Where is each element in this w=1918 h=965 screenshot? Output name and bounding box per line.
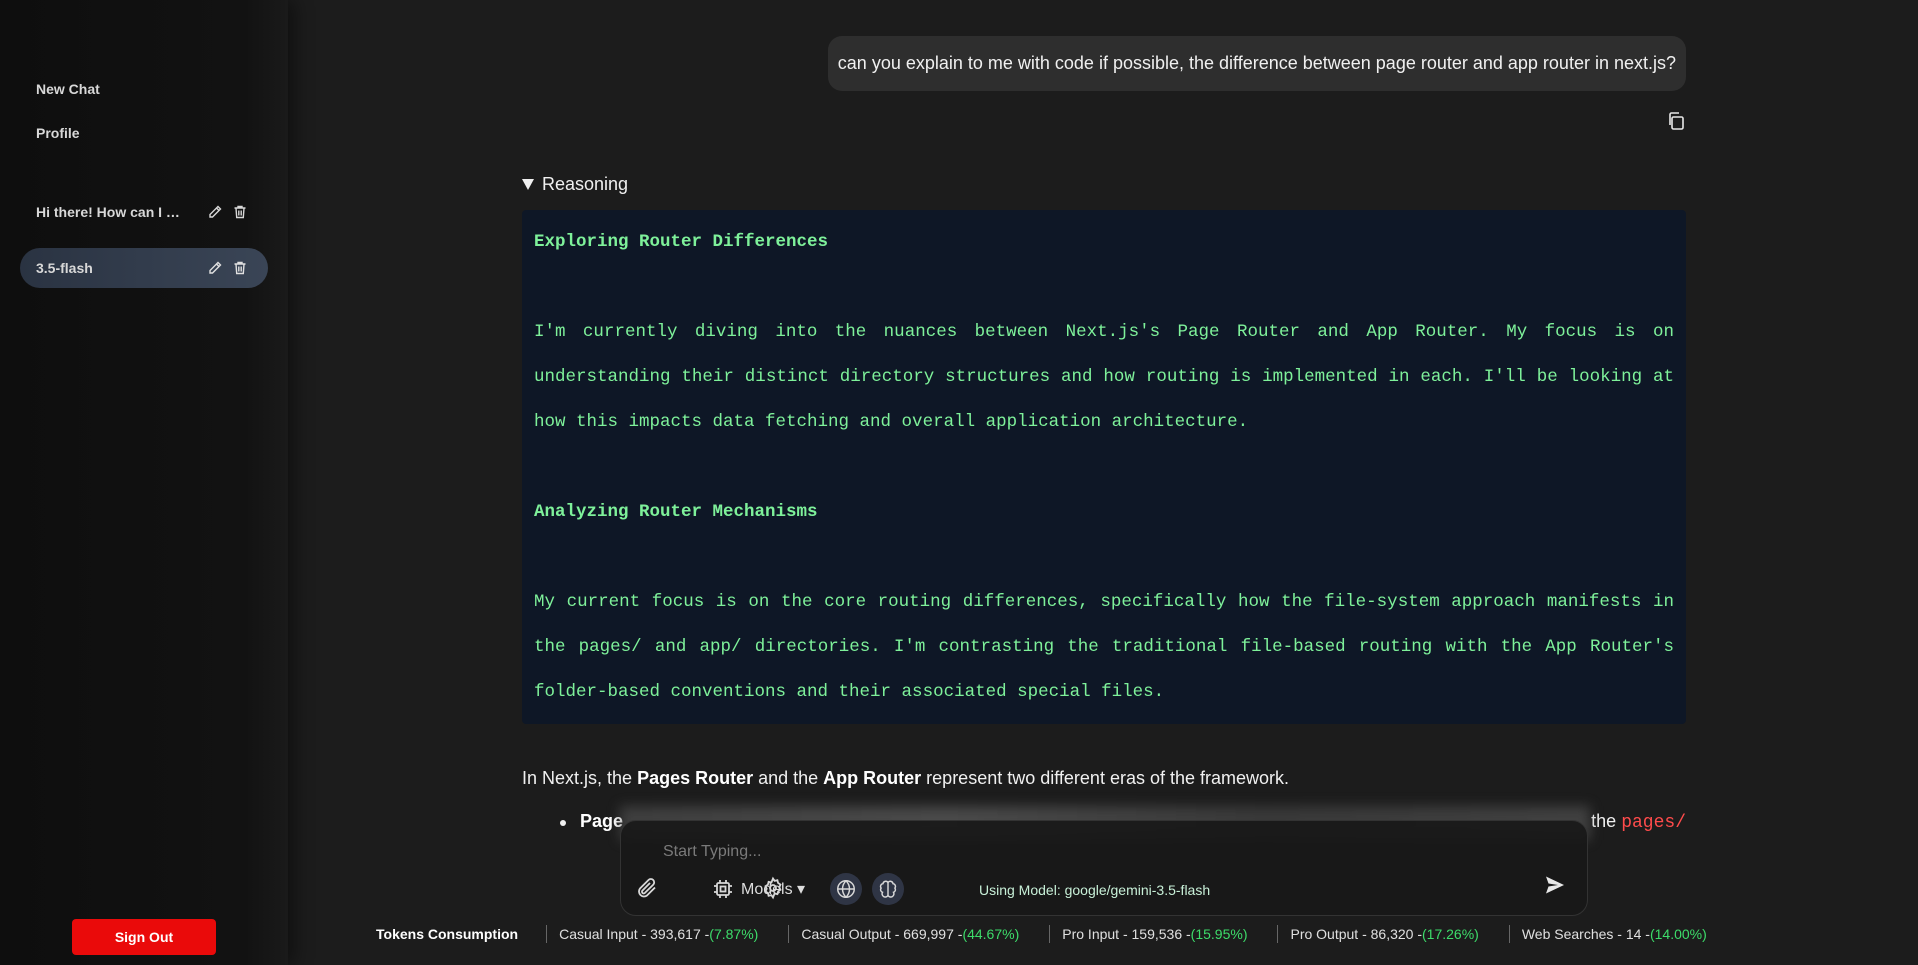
brain-icon (879, 880, 897, 898)
bullet-dot (560, 820, 566, 826)
user-message-text: can you explain to me with code if possi… (837, 53, 1676, 73)
triangle-down-icon (522, 179, 534, 190)
reasoning-heading: Analyzing Router Mechanisms (534, 502, 818, 522)
message-composer: Models ▾ Using Model: google/gemini-3.5-… (620, 820, 1588, 916)
reasoning-toggle[interactable]: Reasoning (522, 174, 628, 195)
send-icon[interactable] (1543, 873, 1567, 897)
reasoning-toggle-button[interactable] (872, 873, 904, 905)
sign-out-button[interactable]: Sign Out (72, 919, 216, 955)
new-chat-link[interactable]: New Chat (36, 81, 100, 97)
copy-icon[interactable] (1666, 111, 1686, 131)
message-input[interactable] (661, 841, 1361, 863)
reasoning-paragraph: My current focus is on the core routing … (534, 592, 1674, 702)
answer-text: represent two different eras of the fram… (921, 768, 1290, 788)
user-message-bubble: can you explain to me with code if possi… (827, 36, 1686, 91)
reasoning-summary-label: Reasoning (542, 174, 629, 194)
chat-item-label: Hi there! How can I help you today? (36, 204, 186, 220)
tokens-consumption-bar: Tokens Consumption Casual Input - 393,61… (376, 925, 1707, 943)
answer-text: and the (753, 768, 824, 788)
token-stat: Casual Input - 393,617 - (7.87%) (546, 925, 758, 943)
bullet-strong: Page (580, 811, 624, 831)
bullet-tail: the pages/ (1591, 811, 1686, 833)
chip-icon (711, 877, 735, 901)
token-stat: Pro Input - 159,536 - (15.95%) (1049, 925, 1247, 943)
answer-bold: App Router (823, 768, 922, 788)
gear-icon[interactable] (761, 876, 785, 900)
paperclip-icon[interactable] (635, 876, 659, 900)
assistant-answer: In Next.js, the Pages Router and the App… (522, 766, 1686, 790)
reasoning-heading: Exploring Router Differences (534, 232, 829, 252)
reasoning-paragraph: I'm currently diving into the nuances be… (534, 322, 1674, 432)
pencil-icon[interactable] (207, 260, 223, 276)
sidebar: New Chat Profile Hi there! How can I hel… (0, 0, 288, 965)
chat-item[interactable]: Hi there! How can I help you today? (20, 192, 268, 232)
model-in-use-label: Using Model: google/gemini-3.5-flash (979, 882, 1211, 898)
profile-link[interactable]: Profile (36, 125, 80, 141)
models-dropdown[interactable]: Models ▾ (711, 877, 805, 901)
trash-icon[interactable] (232, 260, 248, 276)
web-search-toggle[interactable] (830, 873, 862, 905)
token-stat: Pro Output - 86,320 - (17.26%) (1277, 925, 1479, 943)
chat-item-active[interactable]: 3.5-flash (20, 248, 268, 288)
trash-icon[interactable] (232, 204, 248, 220)
answer-bold: Pages Router (637, 768, 754, 788)
answer-text: In Next.js, the (522, 768, 638, 788)
chat-item-label: 3.5-flash (36, 260, 93, 276)
token-stat: Casual Output - 669,997 - (44.67%) (788, 925, 1019, 943)
pencil-icon[interactable] (207, 204, 223, 220)
token-stat: Web Searches - 14 - (14.00%) (1508, 925, 1707, 943)
tokens-title: Tokens Consumption (376, 926, 519, 942)
globe-icon (837, 880, 855, 898)
reasoning-panel: Exploring Router Differences I'm current… (522, 210, 1686, 724)
inline-code: pages/ (1621, 813, 1686, 833)
